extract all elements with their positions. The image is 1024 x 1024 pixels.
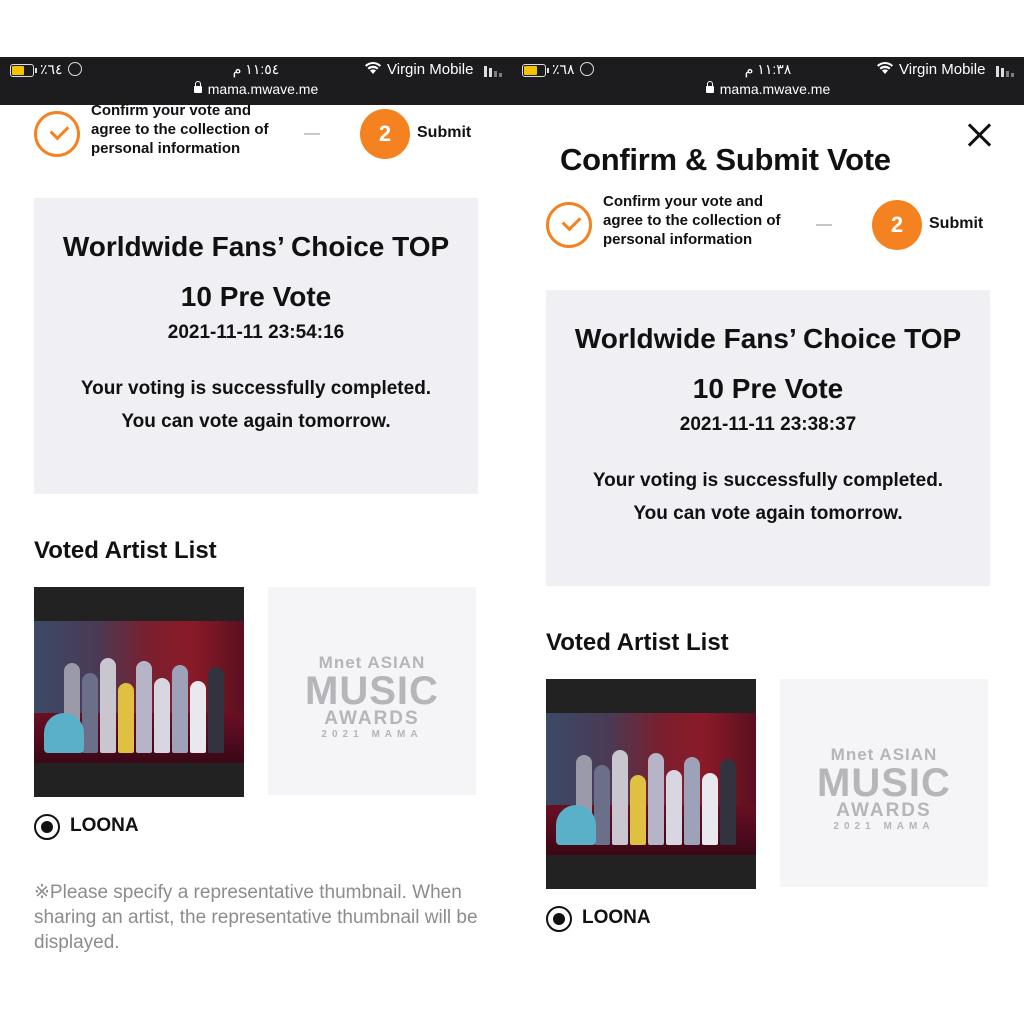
artist-thumbnail[interactable] <box>546 679 756 889</box>
artist-thumbnail[interactable] <box>34 587 244 797</box>
left-screenshot: ٪٦٤ ١١:٥٤ م Virgin Mobile mama.mwave.me … <box>0 57 512 997</box>
step-1-label: Confirm your vote and agree to the colle… <box>91 102 269 157</box>
thumbnail-note: ※Please specify a representative thumbna… <box>34 882 478 953</box>
right-screenshot: ٪٦٨ ١١:٣٨ م Virgin Mobile mama.mwave.me … <box>512 57 1024 997</box>
step-divider <box>304 133 320 135</box>
step-2-indicator: 2 <box>872 200 922 250</box>
step-2-label: Submit <box>929 215 984 232</box>
step-2-label: Submit <box>417 124 472 141</box>
signal-icon <box>484 65 504 77</box>
vote-steps: Confirm your vote and agree to the colle… <box>546 192 996 272</box>
wifi-icon <box>365 62 381 74</box>
artist-thumbnail-placeholder[interactable]: Mnet ASIAN MUSIC AWARDS 2021 MAMA <box>780 679 988 887</box>
step-divider <box>816 224 832 226</box>
artist-photo <box>34 621 244 763</box>
vote-datetime: 2021-11-11 23:38:37 <box>679 414 857 435</box>
check-icon <box>561 211 582 232</box>
check-icon <box>49 120 70 141</box>
step-1-indicator <box>34 111 80 157</box>
step-2-indicator: 2 <box>360 109 410 159</box>
wifi-icon <box>877 62 893 74</box>
vote-message: Your voting is successfully completed. Y… <box>80 378 432 432</box>
artist-thumbnail-placeholder[interactable]: Mnet ASIAN MUSIC AWARDS 2021 MAMA <box>268 587 476 795</box>
carrier-name: Virgin Mobile <box>387 61 474 78</box>
close-icon[interactable] <box>966 121 994 149</box>
status-bar: ٪٦٤ ١١:٥٤ م Virgin Mobile mama.mwave.me <box>0 57 512 105</box>
vote-result-box: Worldwide Fans’ Choice TOP 10 Pre Vote 2… <box>34 198 478 494</box>
modal-title: Confirm & Submit Vote <box>560 142 891 177</box>
status-bar: ٪٦٨ ١١:٣٨ م Virgin Mobile mama.mwave.me <box>512 57 1024 105</box>
vote-result-box: Worldwide Fans’ Choice TOP 10 Pre Vote 2… <box>546 290 990 586</box>
url-bar[interactable]: mama.mwave.me <box>512 81 1024 97</box>
artist-name: LOONA <box>582 907 651 928</box>
vote-datetime: 2021-11-11 23:54:16 <box>167 322 345 343</box>
vote-title: Worldwide Fans’ Choice TOP 10 Pre Vote <box>574 323 962 404</box>
mama-logo: Mnet ASIAN MUSIC AWARDS 2021 MAMA <box>817 745 951 832</box>
step-1-indicator <box>546 202 592 248</box>
artist-photo <box>546 713 756 855</box>
step-1-label: Confirm your vote and agree to the colle… <box>603 193 781 248</box>
url-bar[interactable]: mama.mwave.me <box>0 81 512 97</box>
artist-name: LOONA <box>70 815 139 836</box>
voted-artist-list-title: Voted Artist List <box>546 629 729 656</box>
artist-radio-button[interactable] <box>546 906 572 932</box>
vote-message: Your voting is successfully completed. Y… <box>592 470 944 524</box>
lock-icon <box>193 81 202 93</box>
vote-title: Worldwide Fans’ Choice TOP 10 Pre Vote <box>62 231 450 312</box>
carrier-name: Virgin Mobile <box>899 61 986 78</box>
artist-radio-button[interactable] <box>34 814 60 840</box>
mama-logo: Mnet ASIAN MUSIC AWARDS 2021 MAMA <box>305 653 439 740</box>
signal-icon <box>996 65 1016 77</box>
vote-steps: Confirm your vote and agree to the colle… <box>34 101 484 181</box>
lock-icon <box>705 81 714 93</box>
url-text: mama.mwave.me <box>207 81 319 97</box>
voted-artist-list-title: Voted Artist List <box>34 537 217 564</box>
url-text: mama.mwave.me <box>719 81 831 97</box>
